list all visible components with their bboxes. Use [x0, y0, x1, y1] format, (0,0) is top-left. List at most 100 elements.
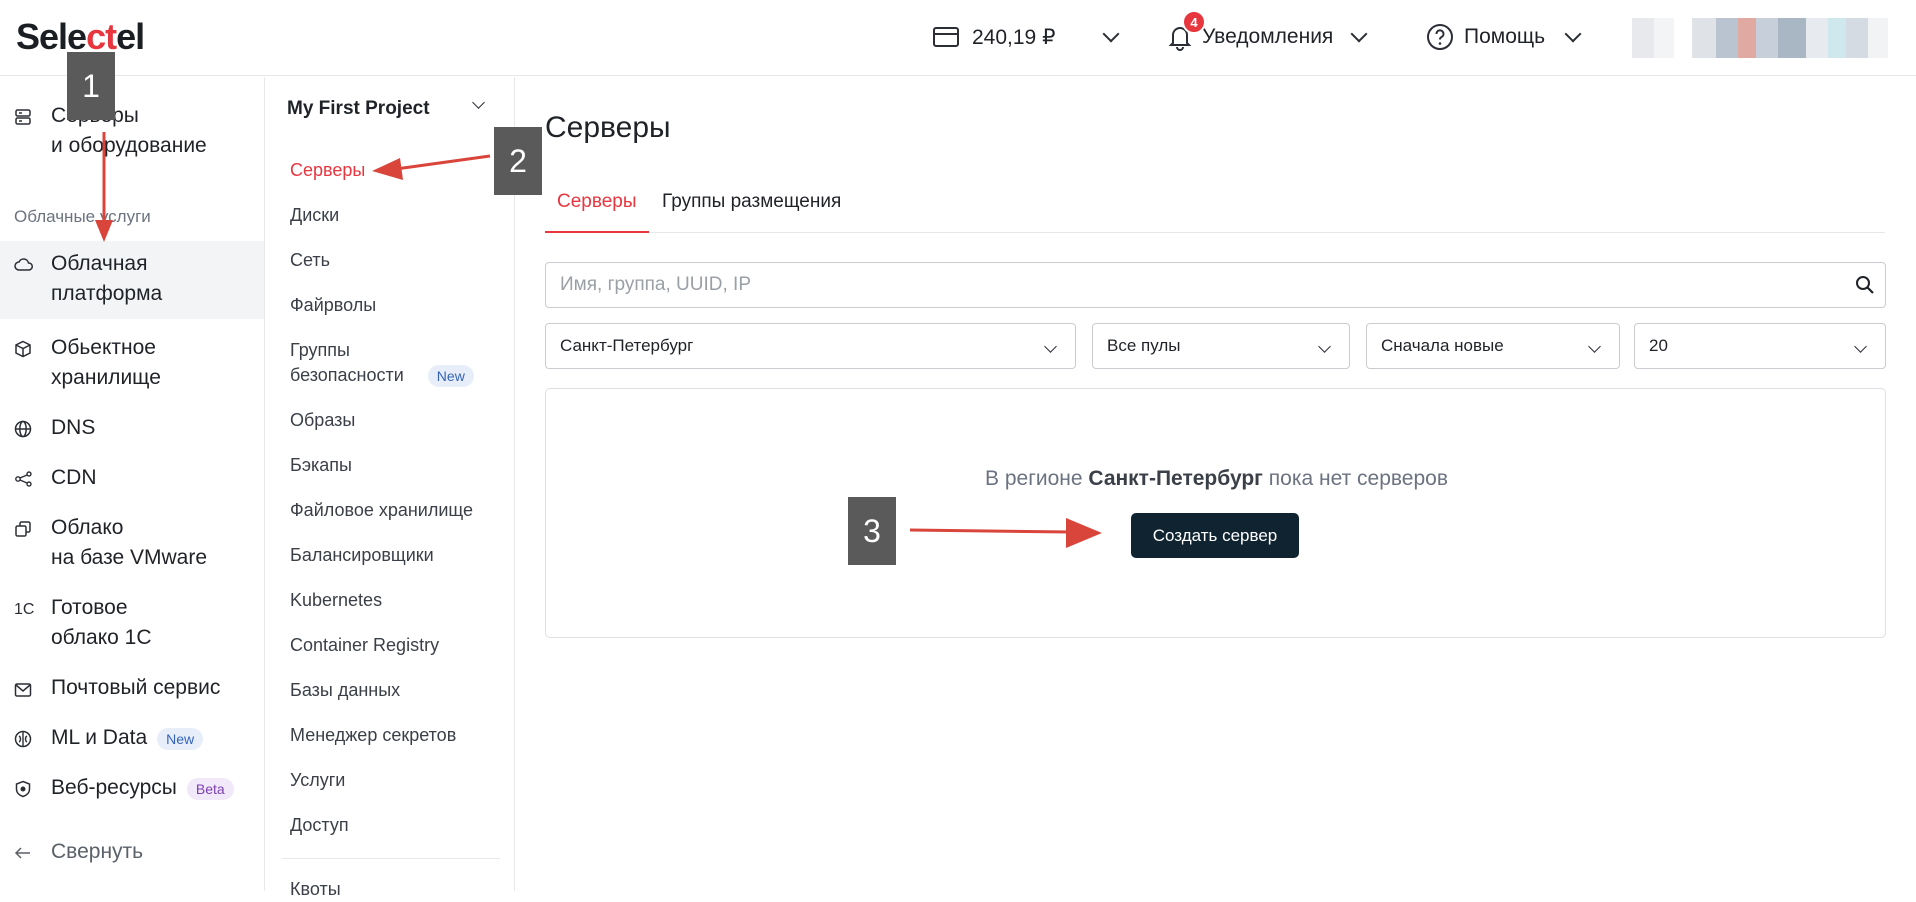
empty-state-panel: В регионе Санкт-Петербург пока нет серве… [545, 388, 1886, 638]
pool-select[interactable]: Все пулы [1092, 323, 1350, 369]
help-dropdown[interactable]: Помощь [1426, 20, 1582, 54]
chevron-down-icon [1350, 25, 1368, 43]
pool-select-value: Все пулы [1107, 336, 1181, 355]
subnav-item-container-registry[interactable]: Container Registry [290, 633, 439, 658]
project-selector[interactable]: My First Project [287, 98, 430, 120]
search-icon[interactable] [1855, 275, 1875, 295]
subnav-item-services[interactable]: Услуги [290, 768, 345, 793]
help-icon [1427, 24, 1453, 50]
balance-dropdown[interactable]: 240,19 ₽ [932, 20, 1120, 54]
subnav-item-firewalls[interactable]: Файрволы [290, 293, 376, 318]
sidebar-label: Почтовый сервис [51, 676, 221, 699]
sidebar-item-cdn[interactable]: CDN [0, 463, 264, 497]
chevron-down-icon [1044, 340, 1057, 353]
sidebar-label-line2: облако 1С [51, 626, 152, 649]
collapse-label: Свернуть [51, 840, 144, 863]
tab-servers[interactable]: Серверы [545, 185, 649, 233]
subnav-item-quotas[interactable]: Квоты [290, 877, 341, 902]
sidebar-label: Обьектное [51, 336, 156, 359]
subnav-item-access[interactable]: Доступ [290, 813, 349, 838]
account-menu[interactable] [1632, 18, 1902, 58]
tab-bar: Серверы Группы размещения [545, 185, 1885, 233]
main-content: Серверы Серверы Группы размещения Санкт-… [516, 77, 1916, 891]
project-subnav: My First Project Серверы Диски Сеть Файр… [266, 77, 515, 899]
subnav-item-security-groups[interactable]: Группы безопасности New [290, 338, 474, 388]
copy-icon [14, 519, 34, 539]
main-sidebar: Серверыи оборудование Облачные услуги Об… [0, 77, 265, 891]
mail-icon [14, 679, 34, 699]
cloud-icon [14, 255, 34, 275]
sidebar-collapse-button[interactable]: Свернуть [0, 837, 264, 871]
server-icon [14, 107, 34, 127]
page-title: Серверы [545, 111, 671, 144]
subnav-item-kubernetes[interactable]: Kubernetes [290, 588, 382, 613]
new-badge: New [157, 728, 204, 750]
balance-amount: 240,19 ₽ [972, 25, 1056, 49]
brain-icon [14, 729, 34, 749]
sidebar-item-mail-service[interactable]: Почтовый сервис [0, 673, 264, 707]
new-badge: New [427, 364, 474, 387]
chevron-down-icon [1318, 340, 1331, 353]
sidebar-label: CDN [51, 466, 97, 489]
arrow-left-icon [14, 843, 34, 863]
sidebar-label-line2: на базе VMware [51, 546, 208, 569]
sidebar-label-line2: и оборудование [51, 134, 207, 157]
subnav-item-load-balancers[interactable]: Балансировщики [290, 543, 434, 568]
sidebar-label: Облако [51, 516, 124, 539]
sidebar-section-cloud: Облачные услуги [14, 207, 151, 226]
subnav-item-images[interactable]: Образы [290, 408, 355, 433]
callout-2: 2 [494, 127, 542, 195]
sidebar-label-line2: хранилище [51, 366, 161, 389]
per-page-select[interactable]: 20 [1634, 323, 1886, 369]
wallet-icon [933, 27, 959, 47]
beta-badge: Beta [186, 778, 234, 800]
subnav-divider [282, 858, 500, 859]
sidebar-item-servers-hardware[interactable]: Серверыи оборудование [0, 101, 264, 165]
sidebar-item-vmware-cloud[interactable]: Облако на базе VMware [0, 513, 264, 577]
sidebar-label: Готовое [51, 596, 128, 619]
sidebar-item-ml-data[interactable]: ML и Data New [0, 723, 264, 757]
create-server-button[interactable]: Создать сервер [1131, 513, 1299, 558]
chevron-down-icon [1102, 25, 1120, 43]
1c-icon: 1C [14, 601, 35, 618]
empty-state-message: В регионе Санкт-Петербург пока нет серве… [546, 467, 1887, 491]
sidebar-item-1c-cloud[interactable]: 1C Готовое облако 1С [0, 593, 264, 657]
sort-select[interactable]: Сначала новые [1366, 323, 1620, 369]
top-bar: Selectel 240,19 ₽ Уведомления 4 Помощь [0, 0, 1916, 76]
shield-icon [14, 779, 34, 799]
subnav-item-secrets-manager[interactable]: Менеджер секретов [290, 723, 456, 748]
sidebar-label: DNS [51, 416, 96, 439]
callout-3: 3 [848, 497, 896, 565]
search-box [545, 262, 1886, 308]
region-select-value: Санкт-Петербург [560, 336, 694, 355]
subnav-item-databases[interactable]: Базы данных [290, 678, 400, 703]
subnav-label: Группы [290, 340, 350, 360]
sidebar-item-web-resources[interactable]: Веб-ресурсы Beta [0, 773, 264, 807]
chevron-down-icon [1564, 25, 1582, 43]
globe-icon [14, 419, 34, 439]
per-page-select-value: 20 [1649, 336, 1668, 355]
sidebar-label-line2: платформа [51, 282, 163, 305]
search-input[interactable] [546, 263, 1816, 307]
chevron-down-icon[interactable] [472, 96, 485, 109]
callout-1: 1 [67, 52, 115, 120]
sidebar-label: ML и Data [51, 726, 148, 749]
subnav-item-backups[interactable]: Бэкапы [290, 453, 352, 478]
subnav-item-servers[interactable]: Серверы [290, 158, 365, 183]
chevron-down-icon [1588, 340, 1601, 353]
subnav-item-network[interactable]: Сеть [290, 248, 330, 273]
sidebar-item-object-storage[interactable]: Обьектное хранилище [0, 333, 264, 397]
notifications-label: Уведомления [1202, 25, 1334, 48]
box-icon [14, 339, 34, 359]
notifications-count-badge: 4 [1182, 10, 1206, 34]
sidebar-item-dns[interactable]: DNS [0, 413, 264, 447]
help-label: Помощь [1464, 25, 1546, 48]
network-icon [14, 469, 34, 489]
sidebar-item-cloud-platform[interactable]: Облачная платформа [0, 241, 264, 319]
sidebar-label: Веб-ресурсы [51, 776, 177, 799]
empty-text-prefix: В регионе [985, 467, 1089, 490]
subnav-item-file-storage[interactable]: Файловое хранилище [290, 498, 473, 523]
region-select[interactable]: Санкт-Петербург [545, 323, 1076, 369]
tab-placement-groups[interactable]: Группы размещения [662, 185, 841, 233]
subnav-item-disks[interactable]: Диски [290, 203, 339, 228]
